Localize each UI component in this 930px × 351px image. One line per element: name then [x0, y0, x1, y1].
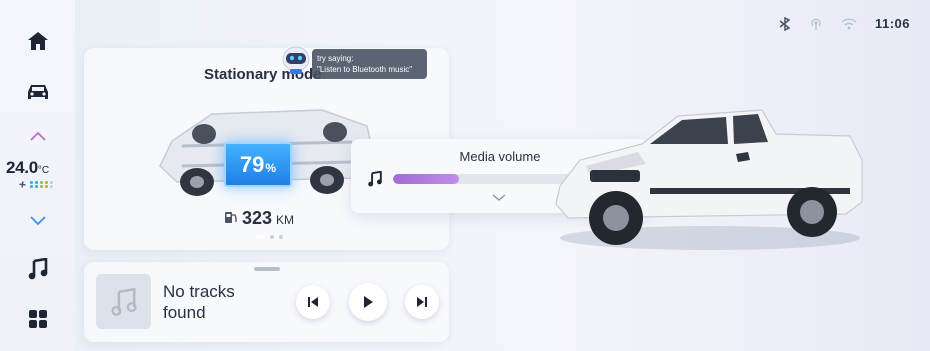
range-display: 323 KM [224, 208, 294, 229]
music-note-icon[interactable] [22, 255, 54, 283]
skip-next-icon [417, 297, 427, 307]
tip-line1: try saying: [317, 54, 354, 63]
fan-speed-dots [30, 181, 53, 188]
temperature-display: 24.0°C [6, 158, 70, 189]
sidebar: 24.0°C [0, 0, 75, 351]
track-title: No tracks found [163, 282, 235, 322]
car-icon[interactable] [22, 78, 54, 106]
range-value: 323 [242, 208, 273, 228]
music-note-icon [368, 171, 382, 187]
skip-previous-button[interactable] [296, 285, 330, 319]
temperature-up-icon[interactable] [22, 122, 54, 150]
drag-handle[interactable] [254, 267, 280, 271]
infotainment-screen: 24.0°C 11:06 Stationary mode 79 % 323 KM… [0, 0, 930, 351]
skip-previous-icon [308, 297, 318, 307]
robot-assistant-icon[interactable] [280, 44, 312, 76]
range-unit: KM [276, 213, 295, 227]
skip-next-button[interactable] [405, 285, 439, 319]
battery-level: 79% [224, 142, 292, 187]
music-note-icon [110, 287, 137, 316]
temperature-value: 24.0 [6, 158, 38, 177]
fuel-pump-icon [225, 212, 237, 223]
play-button[interactable] [349, 283, 387, 321]
page-dot [270, 235, 274, 239]
play-icon [364, 296, 373, 308]
clock: 11:06 [874, 16, 910, 31]
fan-icon [19, 181, 26, 188]
battery-percent: 79 [239, 151, 265, 177]
vehicle-image [555, 109, 863, 250]
tip-line2: "Listen to Bluetooth music" [317, 65, 413, 74]
home-icon[interactable] [22, 27, 54, 55]
bluetooth-icon [779, 16, 791, 31]
apps-grid-icon[interactable] [22, 305, 54, 333]
chevron-down-icon[interactable] [492, 194, 506, 202]
volume-slider-fill [393, 174, 459, 184]
status-bar: 11:06 [779, 16, 910, 31]
hotspot-icon [811, 18, 821, 30]
page-indicator [256, 235, 283, 239]
page-dot [279, 235, 283, 239]
wifi-icon [841, 17, 857, 29]
fan-level[interactable] [18, 180, 70, 189]
temperature-unit: °C [37, 165, 50, 176]
voice-hint-tooltip: try saying: "Listen to Bluetooth music" [312, 49, 427, 79]
temperature-down-icon[interactable] [22, 207, 54, 235]
music-player-card[interactable]: No tracks found [84, 262, 449, 342]
album-art-placeholder [96, 274, 151, 329]
page-dot [256, 235, 265, 239]
battery-unit: % [265, 160, 277, 175]
